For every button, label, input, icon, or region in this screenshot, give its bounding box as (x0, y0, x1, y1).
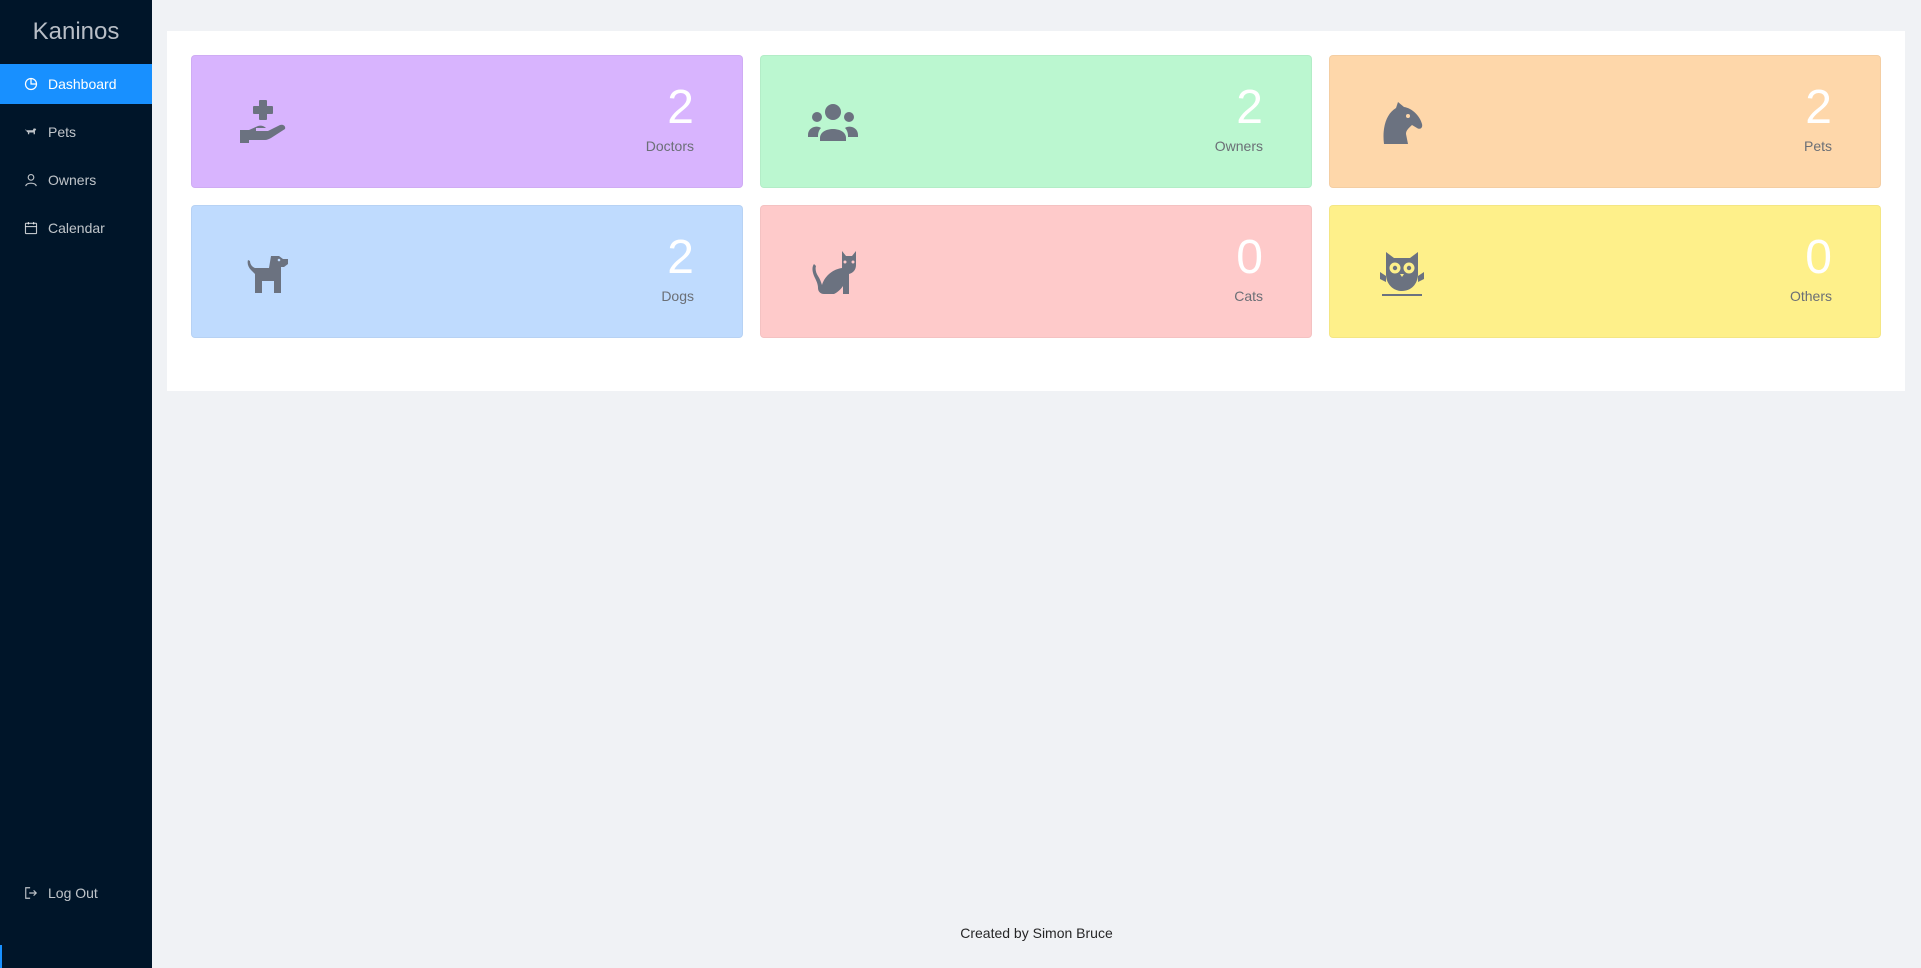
sidebar-item-label: Owners (48, 172, 97, 188)
stat-label: Owners (1214, 138, 1263, 154)
dashboard-content: 2 Doctors 2 Owners 2 Pets 2 Dogs 0 Cats … (167, 31, 1905, 391)
horse-head-icon (1376, 98, 1428, 148)
stat-card-owners[interactable]: 2 Owners (760, 55, 1312, 188)
stat-value: 2 (667, 231, 694, 284)
stat-value: 2 (1236, 81, 1263, 134)
stat-label: Dogs (661, 288, 694, 304)
stat-label: Cats (1234, 288, 1263, 304)
sidebar-item-label: Pets (48, 124, 77, 140)
sidebar-item-pets[interactable]: Pets (0, 112, 152, 152)
logout-container: Log Out (0, 873, 152, 921)
logout-label: Log Out (48, 885, 98, 901)
sidebar: Kaninos Dashboard Pets Owners Calendar L… (0, 0, 152, 968)
stat-card-cats[interactable]: 0 Cats (760, 205, 1312, 338)
app-logo: Kaninos (32, 18, 120, 45)
sidebar-item-owners[interactable]: Owners (0, 160, 152, 200)
hand-holding-medical-icon (238, 98, 290, 148)
stat-value: 0 (1805, 231, 1832, 284)
dog-icon (24, 125, 38, 139)
sidebar-nav: Dashboard Pets Owners Calendar (0, 64, 152, 248)
page-footer: Created by Simon Bruce (960, 925, 1113, 941)
dashboard-icon (24, 77, 38, 91)
users-group-icon (807, 98, 859, 148)
stat-value: 2 (1805, 81, 1832, 134)
stat-card-dogs[interactable]: 2 Dogs (191, 205, 743, 338)
stat-card-pets[interactable]: 2 Pets (1329, 55, 1881, 188)
sidebar-item-label: Dashboard (48, 76, 117, 92)
stat-value: 2 (667, 81, 694, 134)
logout-icon (24, 886, 38, 900)
cat-icon (807, 248, 859, 298)
sidebar-item-dashboard[interactable]: Dashboard (0, 64, 152, 104)
stat-label: Doctors (645, 138, 694, 154)
dog-icon (238, 248, 290, 298)
stat-card-others[interactable]: 0 Others (1329, 205, 1881, 338)
owl-icon (1376, 248, 1428, 298)
stat-grid: 2 Doctors 2 Owners 2 Pets 2 Dogs 0 Cats … (191, 55, 1881, 338)
stat-label: Pets (1803, 138, 1832, 154)
sidebar-item-calendar[interactable]: Calendar (0, 208, 152, 248)
sidebar-item-label: Calendar (48, 220, 105, 236)
logout-button[interactable]: Log Out (0, 873, 152, 913)
edge-indicator (0, 945, 2, 968)
stat-card-doctors[interactable]: 2 Doctors (191, 55, 743, 188)
user-icon (24, 173, 38, 187)
calendar-icon (24, 221, 38, 235)
stat-value: 0 (1236, 231, 1263, 284)
stat-label: Others (1789, 288, 1832, 304)
